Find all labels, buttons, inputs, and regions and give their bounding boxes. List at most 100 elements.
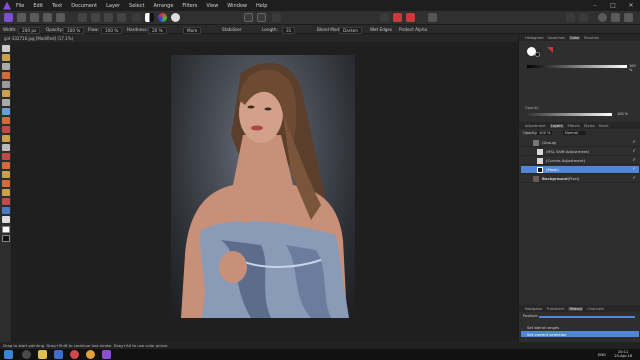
browser-icon[interactable]	[54, 350, 63, 359]
develop-persona-icon[interactable]	[30, 13, 39, 22]
text-tool-icon[interactable]	[2, 216, 10, 223]
macro-icon[interactable]	[91, 13, 100, 22]
assistant-icon[interactable]	[598, 13, 607, 22]
menu-arrange[interactable]: Arrange	[153, 3, 173, 9]
erase-tool-icon[interactable]	[2, 126, 10, 133]
auto-contrast-icon[interactable]	[132, 13, 141, 22]
selection-brush-tool-icon[interactable]	[2, 90, 10, 97]
tab-effects[interactable]: Effects	[568, 124, 580, 128]
visibility-checkbox-icon[interactable]: ✓	[632, 176, 636, 181]
liquify-persona-icon[interactable]	[17, 13, 26, 22]
pen-tool-icon[interactable]	[2, 198, 10, 205]
flow-field[interactable]: 100 %	[101, 27, 123, 34]
menu-layer[interactable]: Layer	[106, 3, 120, 9]
menu-window[interactable]: Window	[227, 3, 247, 9]
tone-mapping-persona-icon[interactable]	[43, 13, 52, 22]
layer-row-group[interactable]: (Group) ✓	[521, 139, 639, 147]
freehand-selection-tool-icon[interactable]	[2, 117, 10, 124]
visibility-checkbox-icon[interactable]: ✓	[632, 167, 636, 172]
opacity-slider[interactable]	[527, 113, 612, 116]
visibility-checkbox-icon[interactable]: ✓	[632, 158, 636, 163]
layer-row-background[interactable]: Background (Pixel) ✓	[521, 175, 639, 183]
sharpen-tool-icon[interactable]	[2, 189, 10, 196]
wet-edges-checkbox[interactable]: Wet Edges	[370, 27, 392, 32]
visibility-checkbox-icon[interactable]: ✓	[632, 140, 636, 145]
tab-channels[interactable]: Channels	[587, 307, 604, 311]
grid-icon[interactable]	[272, 13, 281, 22]
start-icon[interactable]	[4, 350, 13, 359]
secondary-color-swatch[interactable]	[535, 52, 540, 57]
layer-row-mask[interactable]: (Mask) ✓	[521, 166, 639, 174]
affinity-photo-taskbar-icon[interactable]	[102, 350, 111, 359]
history-position-slider[interactable]	[539, 316, 635, 318]
tab-stock[interactable]: Stock	[599, 124, 609, 128]
auto-levels-icon[interactable]	[117, 13, 126, 22]
visibility-checkbox-icon[interactable]: ✓	[632, 149, 636, 154]
maximize-button[interactable]: □	[604, 2, 622, 9]
language-indicator[interactable]: ENG	[598, 352, 606, 357]
color-picker-tool-icon[interactable]	[2, 63, 10, 70]
document-image[interactable]	[171, 55, 355, 318]
shape-tool-icon[interactable]	[2, 207, 10, 214]
preferences-icon[interactable]	[611, 13, 620, 22]
view-tool-icon[interactable]	[78, 13, 87, 22]
tab-history[interactable]: History	[568, 306, 584, 311]
background-color-icon[interactable]	[2, 235, 10, 242]
foreground-color-icon[interactable]	[2, 226, 10, 233]
close-button[interactable]: ✕	[622, 2, 640, 9]
arrange-back-icon[interactable]	[566, 13, 575, 22]
opacity-field[interactable]: 100 %	[63, 27, 85, 34]
help-icon[interactable]	[624, 13, 633, 22]
search-icon[interactable]	[22, 350, 31, 359]
length-field[interactable]: 31	[282, 27, 296, 34]
hardness-field[interactable]: 20 %	[148, 27, 167, 34]
red-eye-tool-icon[interactable]	[2, 180, 10, 187]
layers-opacity-field[interactable]: 100 %	[537, 131, 553, 135]
clock[interactable]: 20:11 25-Apr-18	[614, 350, 632, 358]
brush-icon[interactable]	[406, 13, 415, 22]
document-tab[interactable]: girl-332716.jpg [Modified] (17.1%)	[0, 34, 518, 42]
opera-icon[interactable]	[70, 350, 79, 359]
flood-select-tool-icon[interactable]	[2, 99, 10, 106]
layers-blend-select[interactable]: Normal	[563, 131, 587, 135]
width-field[interactable]: 200 px	[18, 27, 41, 34]
menu-document[interactable]: Document	[71, 3, 97, 9]
healing-brush-tool-icon[interactable]	[2, 171, 10, 178]
stabilizer-checkbox[interactable]: Stabilizer	[222, 27, 242, 32]
marquee-tool-icon[interactable]	[2, 108, 10, 115]
move-tool-icon[interactable]	[2, 45, 10, 52]
white-balance-icon[interactable]	[171, 13, 180, 22]
tab-layers[interactable]: Layers	[549, 123, 564, 128]
menu-text[interactable]: Text	[52, 3, 62, 9]
tab-swatches[interactable]: Swatches	[548, 36, 565, 40]
clone-brush-tool-icon[interactable]	[2, 153, 10, 160]
layer-row-curves[interactable]: (Curves Adjustment) ✓	[521, 157, 639, 165]
minimize-button[interactable]: –	[586, 2, 604, 9]
history-item[interactable]: Set blend ranges	[521, 324, 639, 330]
export-persona-icon[interactable]	[56, 13, 65, 22]
dodge-tool-icon[interactable]	[2, 144, 10, 151]
color-picker-icon[interactable]	[104, 13, 113, 22]
layer-row-hsl[interactable]: (HSL Shift Adjustment) ✓	[521, 148, 639, 156]
menu-help[interactable]: Help	[256, 3, 267, 9]
auto-colors-icon[interactable]	[145, 13, 154, 22]
tab-color[interactable]: Color	[568, 35, 581, 40]
more-button[interactable]: More	[183, 27, 202, 34]
photo-persona-icon[interactable]	[4, 13, 13, 22]
menu-filters[interactable]: Filters	[182, 3, 197, 9]
tab-adjustment[interactable]: Adjustment	[525, 124, 546, 128]
undo-icon[interactable]	[428, 13, 437, 22]
tab-brushes[interactable]: Brushes	[584, 36, 598, 40]
crop-tool-icon[interactable]	[2, 81, 10, 88]
color-slider[interactable]	[527, 65, 627, 68]
paint-brush-tool-icon[interactable]	[2, 72, 10, 79]
smudge-tool-icon[interactable]	[2, 162, 10, 169]
tab-navigator[interactable]: Navigator	[525, 307, 543, 311]
tab-styles[interactable]: Styles	[584, 124, 595, 128]
arrange-forward-icon[interactable]	[579, 13, 588, 22]
quick-mask-icon[interactable]	[257, 13, 266, 22]
auto-white-balance-icon[interactable]	[158, 13, 167, 22]
tab-histogram[interactable]: Histogram	[525, 36, 544, 40]
history-item-selected[interactable]: Set current selection	[521, 331, 639, 337]
color-picker-icon[interactable]	[547, 47, 553, 53]
